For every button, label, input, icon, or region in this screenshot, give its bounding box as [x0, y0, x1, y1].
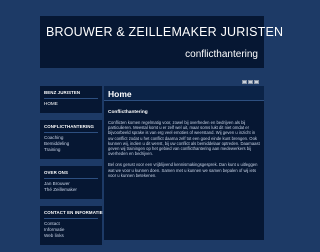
article-paragraph: Conflicten komen regelmatig voor, zowel …	[108, 120, 260, 157]
sidebar-item-the-zeillemaker[interactable]: Thé Zeillemaker	[44, 187, 98, 193]
article-paragraph: Bel ons gerust voor een vrijblijvend ken…	[108, 162, 258, 178]
sidebar-item-home[interactable]: HOME	[44, 101, 98, 107]
divider	[44, 178, 98, 179]
sidebar-heading: CONTACT EN INFORMATIE	[44, 210, 103, 215]
article: Conflicthantering Conflicten komen regel…	[108, 110, 260, 184]
sidebar-section-benz-juristen: BENZ JURISTEN HOME	[40, 86, 102, 113]
sidebar-section-over-ons: OVER ONS Jan Brouwer Thé Zeillemaker	[40, 166, 102, 199]
site-tagline: conflicthantering	[185, 49, 258, 60]
main-content: Home Conflicthantering Conflicten komen …	[104, 86, 264, 240]
print-icon[interactable]	[242, 80, 247, 84]
sidebar-heading: OVER ONS	[44, 170, 68, 175]
page-title-bar: Home	[104, 86, 264, 101]
sidebar-section-conflicthantering: CONFLICTHANTERING Coaching Bemiddeling T…	[40, 120, 102, 159]
page-title: Home	[108, 89, 132, 99]
sidebar-section-contact: CONTACT EN INFORMATIE Contact Informatie…	[40, 206, 103, 245]
divider	[44, 132, 98, 133]
email-icon[interactable]	[248, 80, 253, 84]
article-heading: Conflicthantering	[108, 110, 148, 115]
divider	[44, 218, 98, 219]
sidebar-heading: BENZ JURISTEN	[44, 90, 81, 95]
divider	[44, 98, 98, 99]
site-title[interactable]: BROUWER & ZEILLEMAKER JURISTEN	[46, 25, 283, 39]
sidebar: BENZ JURISTEN HOME CONFLICTHANTERING Coa…	[40, 86, 103, 252]
sidebar-heading: CONFLICTHANTERING	[44, 124, 94, 129]
share-icon[interactable]	[254, 80, 259, 84]
site-header: BROUWER & ZEILLEMAKER JURISTEN conflicth…	[40, 16, 283, 68]
sidebar-item-training[interactable]: Training	[44, 147, 98, 153]
sidebar-item-web-links[interactable]: Web links	[44, 233, 98, 239]
